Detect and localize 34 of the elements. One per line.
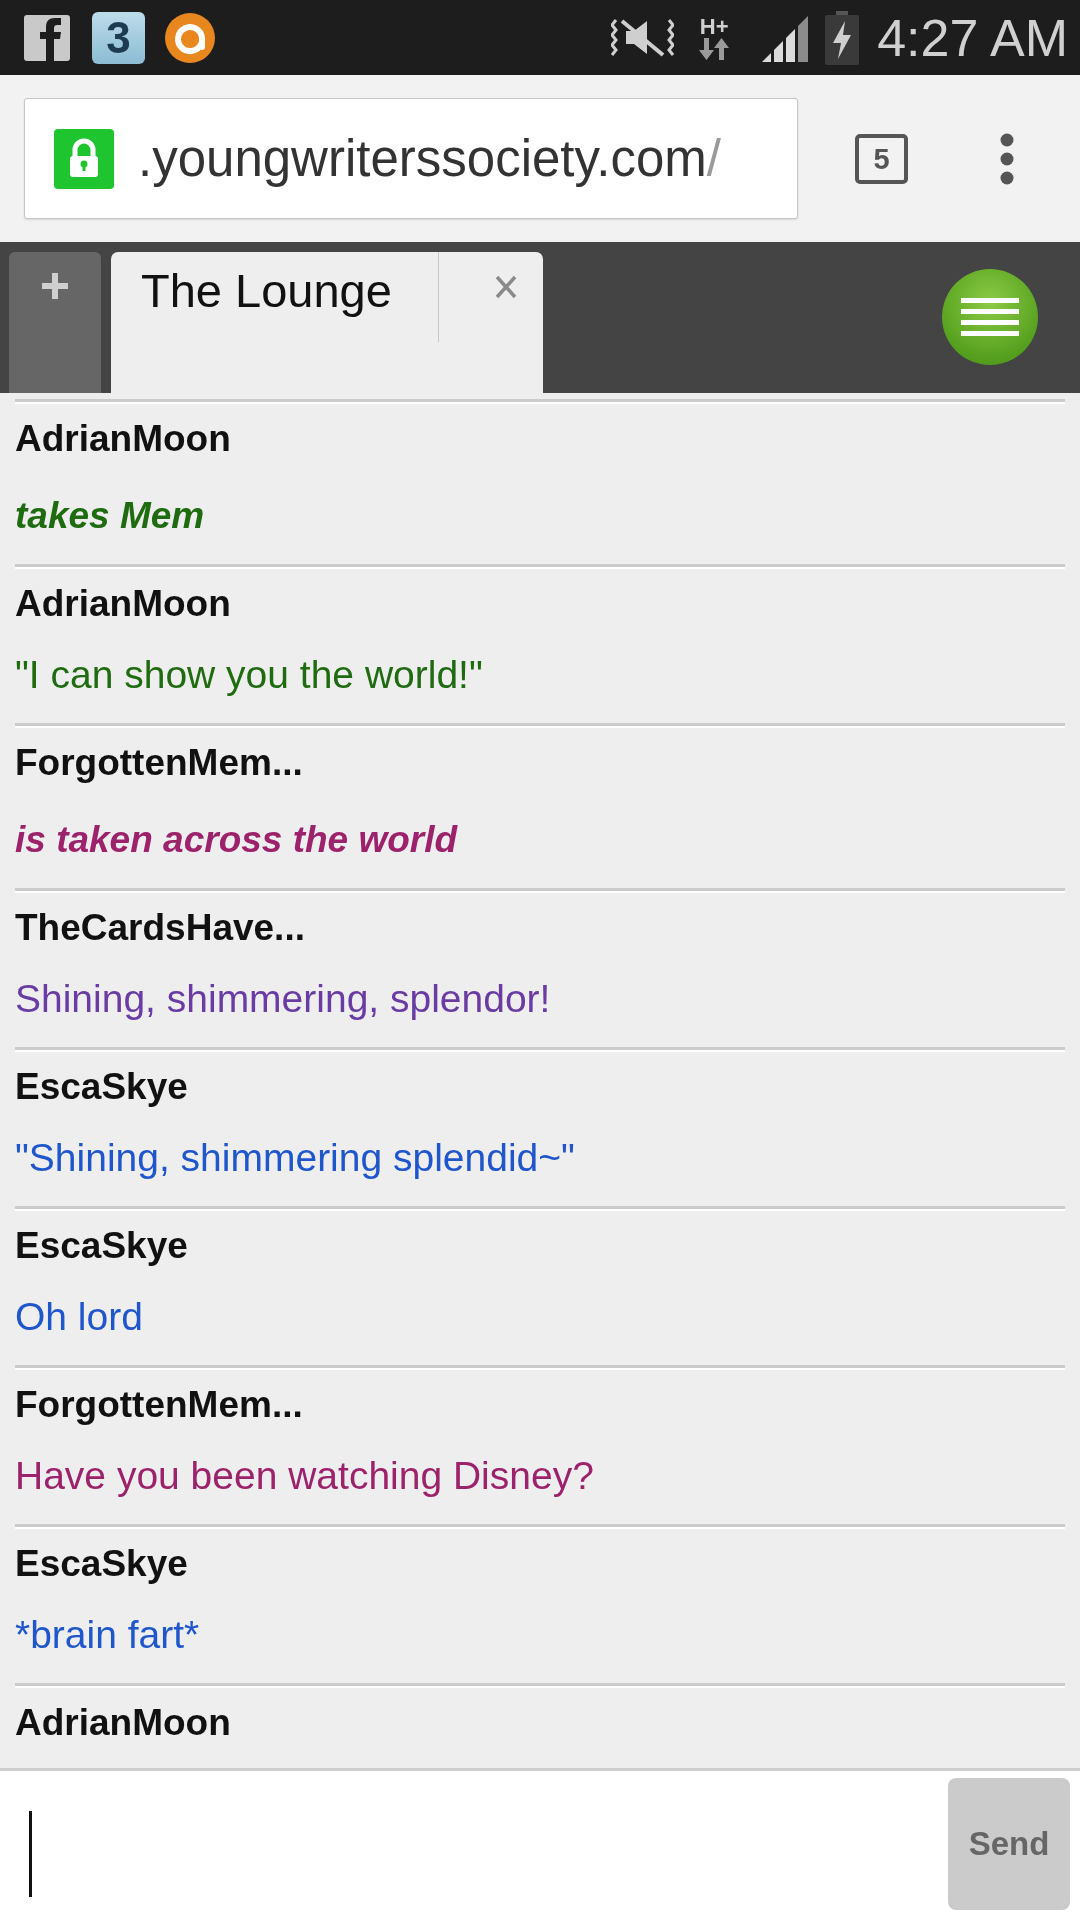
battery-charging-icon [825, 10, 860, 65]
data-arrows-icon [699, 37, 730, 60]
clock-time: 4:27 AM [877, 7, 1068, 68]
address-bar[interactable]: .youngwriterssociety.com/ [24, 98, 798, 219]
username: AdrianMoon [15, 417, 232, 461]
message-text: is taken across the world [15, 818, 459, 862]
username: EscaSkye [15, 1065, 189, 1109]
ring-logo-icon [165, 12, 215, 63]
app-notification-tile: 3 [92, 11, 145, 64]
username: EscaSkye [15, 1542, 189, 1586]
username: AdrianMoon [15, 1701, 232, 1745]
username: AdrianMoon [15, 582, 232, 626]
plus-icon [42, 273, 68, 299]
message-text: "I can show you the world!" [15, 652, 484, 698]
message-text: Oh lord [15, 1294, 144, 1340]
username: TheCardsHave... [15, 906, 306, 950]
vibrate-mute-icon [611, 17, 675, 58]
username: ForgottenMem... [15, 741, 304, 785]
close-icon[interactable] [495, 275, 517, 299]
chat-tab[interactable]: The Lounge [111, 252, 543, 393]
message-text: Shining, shimmering, splendor! [15, 976, 552, 1022]
message-text: "Shining, shimmering splendid~" [15, 1135, 576, 1181]
username: EscaSkye [15, 1224, 189, 1268]
message-text: *brain fart* [15, 1612, 201, 1658]
message-text: takes Mem [15, 494, 206, 538]
username: ForgottenMem... [15, 1383, 304, 1427]
menu-icon [961, 298, 1019, 336]
message-text: Have you been watching Disney? [15, 1453, 595, 1499]
network-type: H+ [699, 15, 729, 38]
new-tab-button[interactable] [9, 252, 101, 393]
tab-switcher-button[interactable]: 5 [855, 133, 908, 184]
url-text: .youngwriterssociety.com/ [138, 128, 721, 189]
facebook-icon [24, 14, 70, 61]
more-options-icon[interactable] [1000, 132, 1014, 185]
